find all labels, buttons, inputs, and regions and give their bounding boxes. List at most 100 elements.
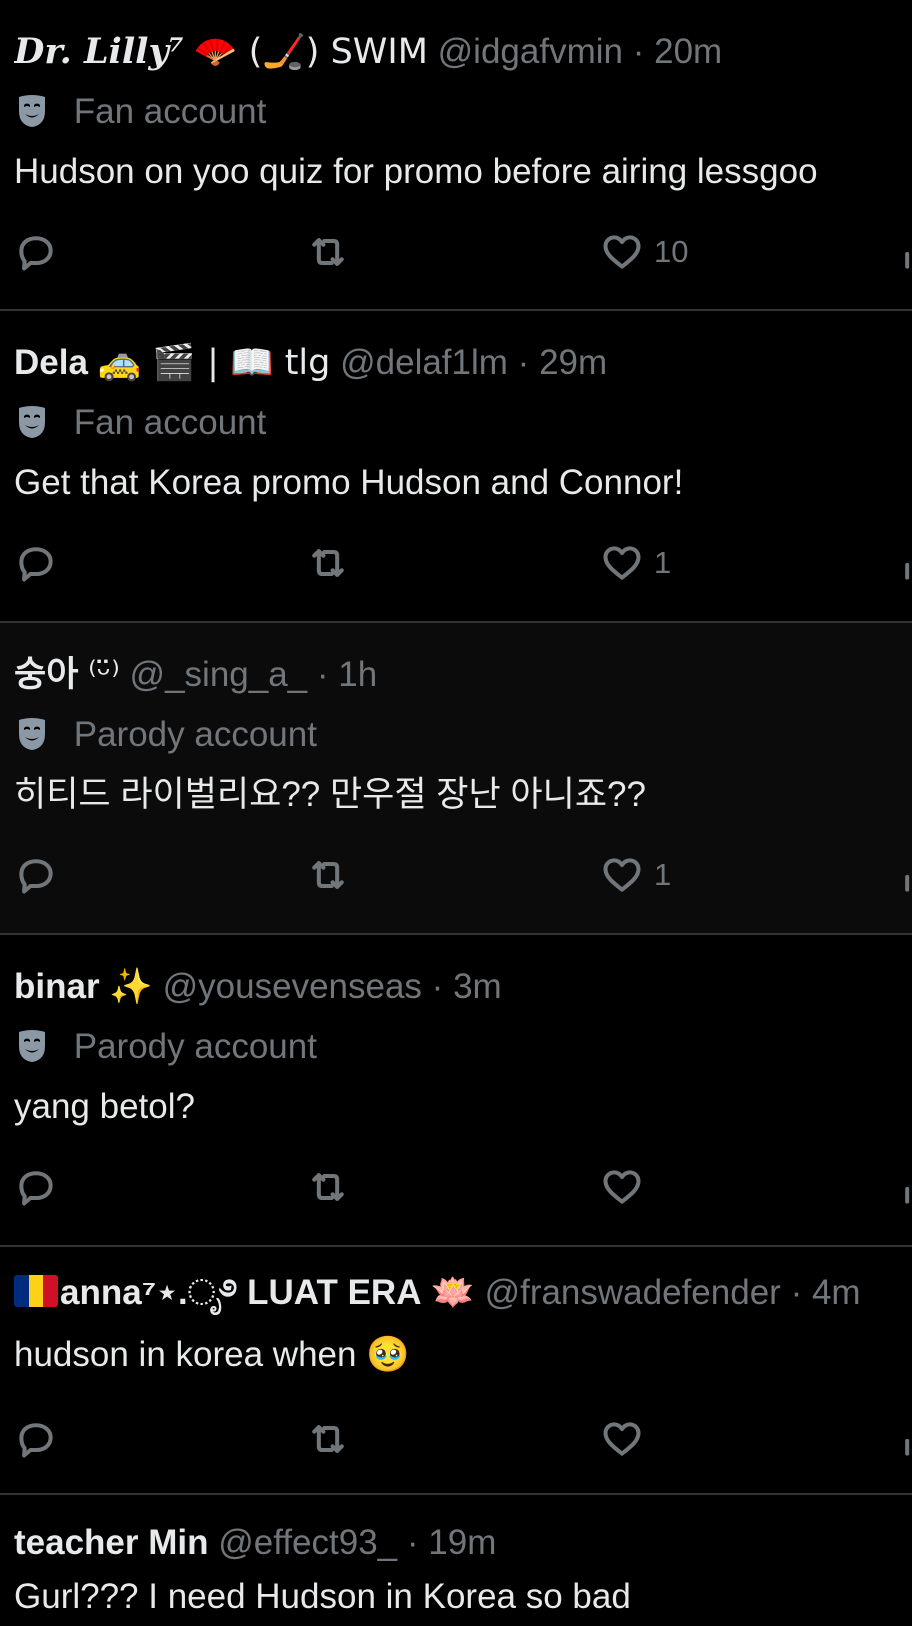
like-count: 10 [654, 234, 689, 269]
tweet-card[interactable]: 숭아 ⁽ᵕ̈⁾ @_sing_a_ · 1h Parody account 히티… [0, 623, 912, 935]
views-icon [905, 1438, 910, 1456]
display-name[interactable]: teacher Min [14, 1523, 209, 1562]
user-handle[interactable]: @idgafvmin [438, 32, 623, 71]
views-button[interactable] [898, 228, 912, 276]
tweet-timestamp[interactable]: 1h [338, 655, 377, 694]
reply-button[interactable] [14, 1415, 58, 1463]
views-button[interactable] [898, 539, 912, 587]
separator-dot: · [790, 1273, 803, 1312]
retweet-button[interactable] [306, 228, 350, 276]
account-label: Fan account [14, 399, 266, 447]
views-icon [905, 562, 910, 580]
like-button[interactable]: 1 [600, 851, 671, 899]
reply-button[interactable] [14, 851, 58, 899]
display-name-decoration: 🪷 [431, 1273, 475, 1313]
tweet-actions: 1 [14, 851, 912, 899]
theater-mask-icon [19, 1030, 45, 1062]
retweet-icon [312, 861, 344, 889]
tweet-actions: 1 [14, 539, 912, 587]
user-handle[interactable]: @effect93_ [218, 1523, 397, 1562]
user-handle[interactable]: @delaf1lm [340, 343, 508, 382]
separator-dot: · [316, 655, 329, 694]
heart-icon [603, 1422, 641, 1456]
views-icon [905, 251, 910, 269]
like-button[interactable] [600, 1163, 654, 1211]
tweet-timestamp[interactable]: 4m [812, 1273, 861, 1312]
tweet-header: Dela 🚕 🎬 | 📖 tlg @delaf1lm · 29m [14, 339, 912, 389]
theater-mask-icon [19, 95, 45, 127]
tweet-actions [14, 1163, 912, 1211]
account-label: Parody account [14, 711, 317, 759]
separator-dot: · [431, 967, 444, 1006]
theater-mask-icon [19, 406, 45, 438]
retweet-icon [312, 1425, 344, 1453]
retweet-button[interactable] [306, 1415, 350, 1463]
theater-mask-icon [19, 718, 45, 750]
views-button[interactable] [898, 1163, 912, 1211]
like-button[interactable] [600, 1415, 654, 1463]
display-name-decoration: ⁽ᵕ̈⁾ [88, 655, 120, 695]
tweet-text: hudson in korea when 🥹 [14, 1335, 410, 1374]
display-name-decoration: 🪭 (🏒) SWIM [193, 32, 428, 72]
separator-dot: · [517, 343, 530, 382]
user-handle[interactable]: @yousevenseas [163, 967, 422, 1006]
separator-dot: · [406, 1523, 419, 1562]
like-button[interactable]: 10 [600, 228, 688, 276]
heart-icon [603, 1170, 641, 1204]
tweet-card[interactable]: teacher Min @effect93_ · 19m Gurl??? I n… [0, 1495, 912, 1626]
like-count: 1 [654, 545, 672, 580]
views-button[interactable] [898, 851, 912, 899]
views-button[interactable] [898, 1415, 912, 1463]
retweet-button[interactable] [306, 851, 350, 899]
tweet-timestamp[interactable]: 29m [539, 343, 607, 382]
heart-icon [603, 235, 641, 269]
tweet-header: 숭아 ⁽ᵕ̈⁾ @_sing_a_ · 1h [14, 651, 912, 701]
tweet-card[interactable]: binar ✨ @yousevenseas · 3m Parody accoun… [0, 935, 912, 1247]
reply-icon [19, 1423, 53, 1458]
reply-icon [19, 859, 53, 894]
reply-button[interactable] [14, 1163, 58, 1211]
display-name[interactable]: Dela [14, 343, 88, 382]
tweet-text: Hudson on yoo quiz for promo before airi… [14, 152, 818, 191]
retweet-button[interactable] [306, 539, 350, 587]
user-handle[interactable]: @_sing_a_ [130, 655, 308, 694]
tweet-header: anna⁷⋆.ೃ࿔ LUAT ERA 🪷 @franswadefender · … [14, 1269, 912, 1319]
retweet-icon [312, 238, 344, 266]
tweet-text: Get that Korea promo Hudson and Connor! [14, 463, 684, 502]
user-handle[interactable]: @franswadefender [485, 1273, 781, 1312]
views-icon [905, 874, 910, 892]
heart-icon [603, 858, 641, 892]
views-icon [905, 1186, 910, 1204]
tweet-header: teacher Min @effect93_ · 19m [14, 1519, 912, 1569]
account-label-text: Parody account [73, 1027, 317, 1066]
tweet-timestamp[interactable]: 19m [428, 1523, 496, 1562]
reply-button[interactable] [14, 539, 58, 587]
tweet-timestamp[interactable]: 3m [453, 967, 502, 1006]
account-label: Fan account [14, 88, 266, 136]
like-button[interactable]: 1 [600, 539, 671, 587]
romania-flag-icon [14, 1275, 58, 1307]
display-name[interactable]: 숭아 [14, 655, 78, 694]
display-name[interactable]: Dr. Lilly⁷ [14, 31, 184, 72]
tweet-card[interactable]: anna⁷⋆.ೃ࿔ LUAT ERA 🪷 @franswadefender · … [0, 1247, 912, 1495]
tweet-card[interactable]: Dr. Lilly⁷ 🪭 (🏒) SWIM @idgafvmin · 20m F… [0, 0, 912, 311]
tweet-timestamp[interactable]: 20m [654, 32, 722, 71]
reply-icon [19, 1171, 53, 1206]
account-label-text: Fan account [73, 403, 267, 442]
tweet-header: Dr. Lilly⁷ 🪭 (🏒) SWIM @idgafvmin · 20m [14, 28, 912, 78]
retweet-button[interactable] [306, 1163, 350, 1211]
display-name[interactable]: binar [14, 967, 100, 1006]
heart-icon [603, 546, 641, 580]
reply-icon [19, 547, 53, 582]
account-label-text: Fan account [73, 92, 267, 131]
retweet-icon [312, 1173, 344, 1201]
tweet-text: Gurl??? I need Hudson in Korea so bad [14, 1577, 631, 1616]
display-name[interactable]: anna⁷⋆.ೃ࿔ LUAT ERA [60, 1273, 422, 1312]
display-name-decoration: 🚕 🎬 | 📖 tlg [97, 343, 331, 383]
reply-button[interactable] [14, 228, 58, 276]
tweet-actions: 10 [14, 228, 912, 276]
tweet-card[interactable]: Dela 🚕 🎬 | 📖 tlg @delaf1lm · 29m Fan acc… [0, 311, 912, 623]
tweet-text: 히티드 라이벌리요?? 만우절 장난 아니죠?? [14, 775, 646, 814]
retweet-icon [312, 549, 344, 577]
reply-icon [19, 236, 53, 271]
